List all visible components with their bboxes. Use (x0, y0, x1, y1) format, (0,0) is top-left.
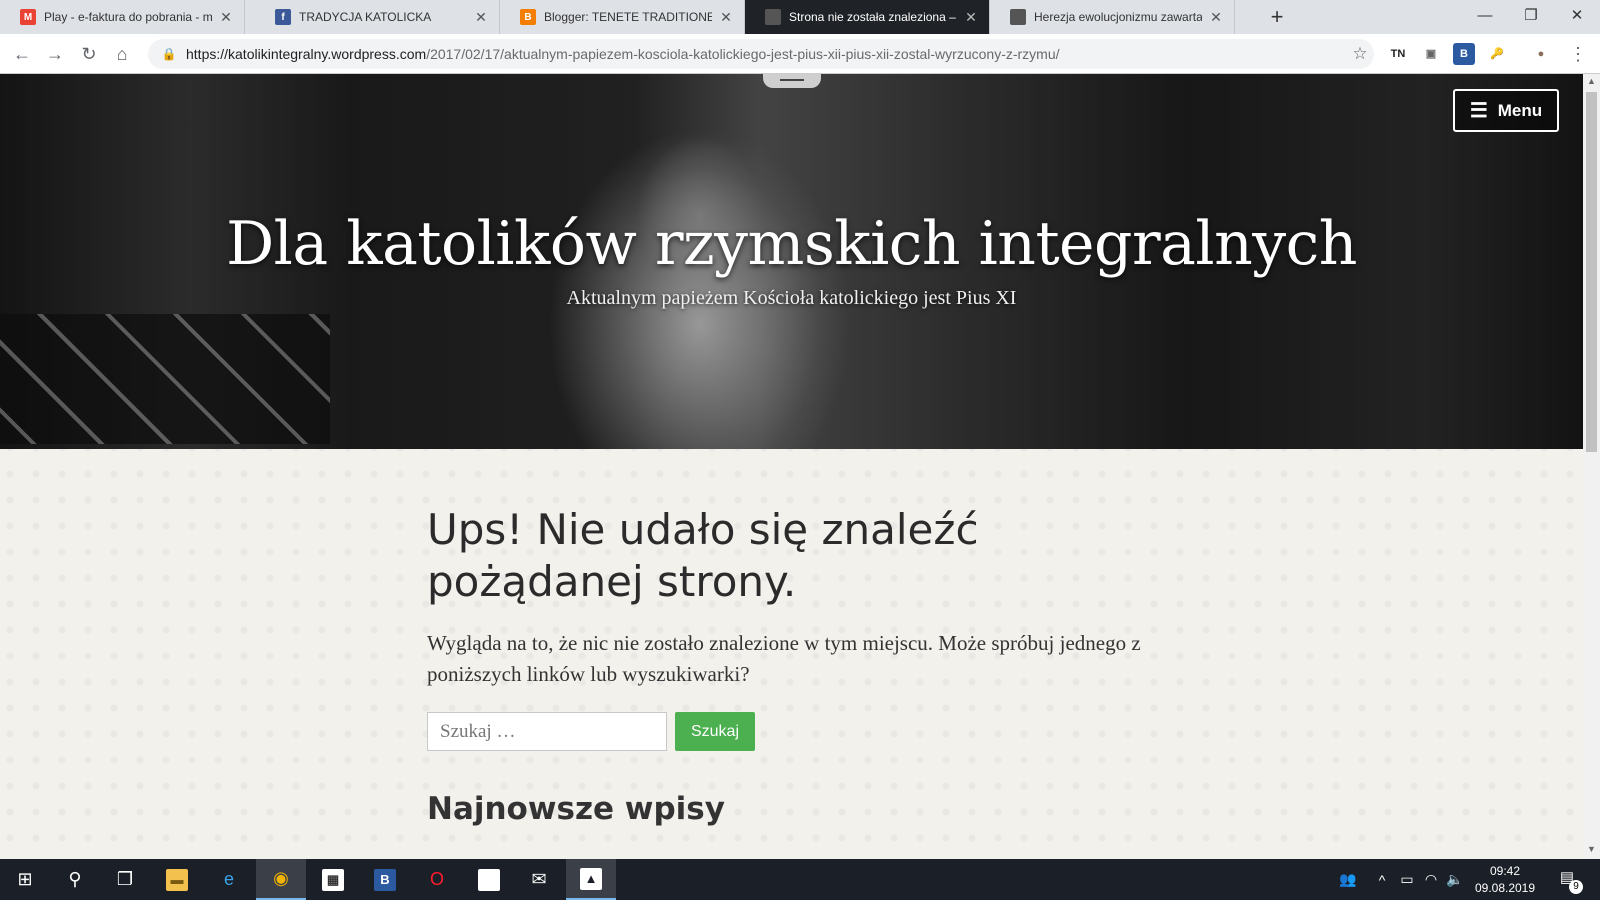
store-icon[interactable]: ▦ (308, 859, 358, 900)
address-bar[interactable]: 🔒 https://katolikintegralny.wordpress.co… (148, 39, 1374, 69)
tab-title: TRADYCJA KATOLICKA (299, 10, 432, 24)
tab-close-icon[interactable]: ✕ (473, 9, 489, 26)
image-extension-icon[interactable]: ▣ (1420, 43, 1442, 65)
tab-title: Strona nie została znaleziona – D (789, 10, 957, 24)
file-explorer-glyph: ▬ (166, 868, 188, 891)
tab-close-icon[interactable]: ✕ (963, 9, 979, 26)
tn-extension-icon[interactable]: TN (1387, 43, 1409, 65)
file-explorer-icon[interactable]: ▬ (152, 859, 202, 900)
blogger-icon: B (520, 9, 536, 25)
opera-icon[interactable]: O (412, 859, 462, 900)
edge-icon[interactable]: e (204, 859, 254, 900)
url-host: https://katolikintegralny.wordpress.com (186, 46, 427, 62)
tab-title: Herezja ewolucjonizmu zawarta w (1034, 10, 1202, 24)
site-icon (1010, 9, 1026, 25)
clock-date: 09.08.2019 (1474, 881, 1536, 895)
reload-icon[interactable]: ↻ (77, 42, 101, 66)
lock-icon: 🔒 (161, 47, 177, 61)
show-hidden-icons-chevron-icon[interactable]: ^ (1372, 859, 1392, 900)
notepad-icon[interactable]: ▯ (464, 859, 514, 900)
search-button[interactable]: Szukaj (675, 712, 755, 751)
wifi-icon[interactable]: ◠ (1420, 859, 1442, 900)
header-image: ☰ Menu Dla katolików rzymskich integraln… (0, 74, 1583, 449)
menu-label: Menu (1497, 100, 1543, 120)
start-glyph: ⊞ (17, 869, 33, 889)
browser-tab[interactable]: M Play - e-faktura do pobrania - m ✕ (0, 0, 245, 34)
profile-avatar-icon[interactable]: ● (1530, 43, 1552, 65)
page-title: Ups! Nie udało się znaleźć pożądanej str… (427, 505, 979, 606)
notepad-glyph: ▯ (478, 868, 500, 891)
chrome-menu-icon[interactable]: ⋮ (1566, 42, 1590, 66)
notification-count-badge: 9 (1569, 880, 1583, 894)
site-title[interactable]: Dla katolików rzymskich integralnych (0, 209, 1583, 279)
header-pull-tab[interactable] (763, 74, 821, 88)
site-icon (765, 9, 781, 25)
start-button[interactable]: ⊞ (0, 859, 50, 900)
gmail-icon: M (20, 9, 36, 25)
browser-tab[interactable]: B Blogger: TENETE TRADITIONES - ✕ (500, 0, 745, 34)
mail-icon[interactable]: ✉ (514, 859, 564, 900)
search-icon[interactable]: ⚲ (50, 859, 100, 900)
tab-strip: M Play - e-faktura do pobrania - m ✕ f TRADY… (0, 0, 1600, 34)
b-extension-icon[interactable]: B (1453, 43, 1475, 65)
tab-close-icon[interactable]: ✕ (218, 9, 234, 26)
mail-glyph: ✉ (531, 869, 547, 889)
restore-button[interactable]: ❐ (1508, 0, 1554, 34)
browser-tab[interactable]: Strona nie została znaleziona – D ✕ (745, 0, 990, 34)
key-extension-icon[interactable]: 🔑 (1486, 43, 1508, 65)
minimize-button[interactable]: — (1462, 0, 1508, 34)
browser-tab[interactable]: Herezja ewolucjonizmu zawarta w ✕ (990, 0, 1235, 34)
battery-icon[interactable]: ▭ (1396, 859, 1418, 900)
scroll-down-arrow-icon[interactable]: ▼ (1583, 844, 1600, 854)
facebook-icon: f (275, 9, 291, 25)
task-view-icon[interactable]: ❐ (100, 859, 150, 900)
b-app-icon[interactable]: B (360, 859, 410, 900)
page-scrollbar[interactable]: ▲ ▼ (1583, 74, 1600, 859)
people-icon[interactable]: 👥 (1336, 859, 1360, 900)
action-center-icon[interactable]: ▤ 9 (1555, 868, 1583, 894)
forward-arrow-icon[interactable]: → (43, 42, 67, 66)
taskbar-clock[interactable]: 09:42 09.08.2019 (1470, 863, 1540, 897)
recent-posts-heading: Najnowsze wpisy (427, 791, 725, 827)
browser-tab[interactable]: f TRADYCJA KATOLICKA ✕ (255, 0, 500, 34)
tab-close-icon[interactable]: ✕ (718, 9, 734, 26)
tab-close-icon[interactable]: ✕ (1208, 9, 1224, 26)
search-glyph: ⚲ (68, 869, 82, 889)
chrome-glyph: ◉ (273, 868, 289, 888)
bookmark-star-icon[interactable]: ☆ (1346, 44, 1374, 64)
b-app-glyph: B (374, 868, 396, 891)
back-arrow-icon[interactable]: ← (10, 42, 34, 66)
new-tab-button[interactable]: + (1264, 4, 1290, 30)
menu-button[interactable]: ☰ Menu (1453, 89, 1559, 132)
page-viewport: ☰ Menu Dla katolików rzymskich integraln… (0, 74, 1583, 859)
photos-glyph: ▲ (580, 867, 602, 890)
home-icon[interactable]: ⌂ (110, 42, 134, 66)
browser-toolbar: ← → ↻ ⌂ 🔒 https://katolikintegralny.word… (0, 34, 1600, 74)
search-form: Szukaj (427, 712, 1187, 751)
main-content: Ups! Nie udało się znaleźć pożądanej str… (427, 504, 1187, 827)
tab-title: Play - e-faktura do pobrania - m (44, 10, 212, 24)
close-window-button[interactable]: ✕ (1554, 0, 1600, 34)
photos-icon[interactable]: ▲ (566, 859, 616, 900)
chrome-icon[interactable]: ◉ (256, 859, 306, 900)
scroll-up-arrow-icon[interactable]: ▲ (1583, 76, 1600, 86)
url-text[interactable]: https://katolikintegralny.wordpress.com/… (180, 46, 1346, 62)
task-view-glyph: ❐ (116, 869, 134, 889)
volume-icon[interactable]: 🔈 (1444, 859, 1466, 900)
search-input[interactable] (427, 712, 667, 751)
edge-glyph: e (223, 869, 234, 889)
url-path: /2017/02/17/aktualnym-papiezem-kosciola-… (426, 46, 1060, 62)
opera-glyph: O (429, 869, 444, 889)
site-description: Aktualnym papieżem Kościoła katolickiego… (566, 287, 1017, 309)
windows-taskbar: ⊞ ⚲ ❐ ▬ e ◉ ▦ B O ▯ ✉ ▲ 👥 ^ ▭ ◠ 🔈 09:42 09.08.2019 … (0, 859, 1600, 900)
tab-title: Blogger: TENETE TRADITIONES - (544, 10, 712, 24)
store-glyph: ▦ (322, 868, 344, 891)
scrollbar-thumb[interactable] (1586, 92, 1597, 452)
error-message: Wygląda na to, że nic nie zostało znalez… (427, 631, 1141, 686)
hamburger-icon: ☰ (1469, 99, 1488, 122)
clock-time: 09:42 (1489, 864, 1521, 878)
